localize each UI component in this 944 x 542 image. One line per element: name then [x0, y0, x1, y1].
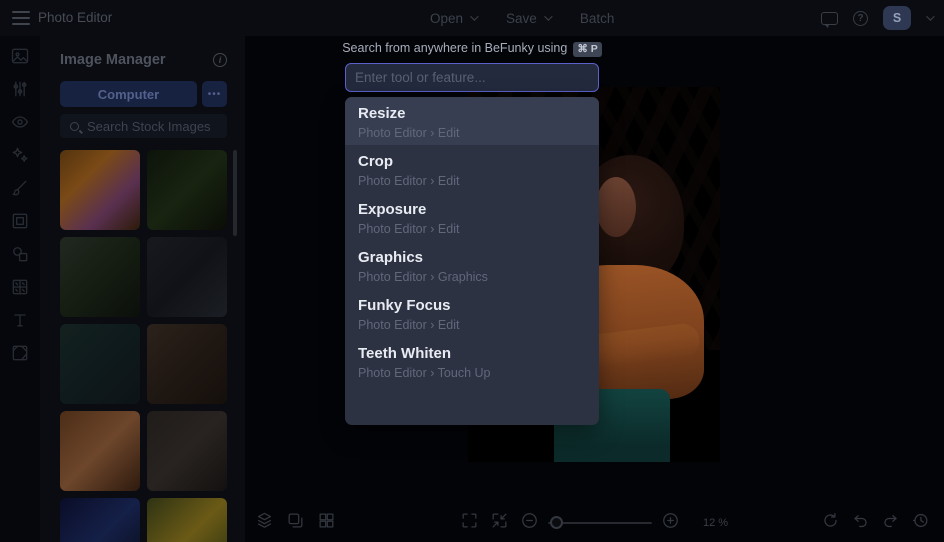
zoom-slider-handle[interactable]	[550, 515, 563, 529]
textures-icon	[10, 343, 30, 368]
fullscreen-icon	[460, 511, 479, 535]
sidebar-item-touch-up[interactable]	[8, 114, 32, 134]
redo-button[interactable]	[879, 512, 902, 535]
shortcut-keycap: ⌘ P	[573, 42, 602, 57]
command-search-input[interactable]	[345, 63, 599, 92]
sidebar-item-text[interactable]	[8, 312, 32, 332]
zoom-slider[interactable]	[548, 512, 652, 535]
grid-icon	[317, 511, 336, 535]
sliders-icon	[10, 79, 30, 104]
search-icon	[70, 121, 79, 131]
result-crop[interactable]: Crop Photo Editor › Edit	[345, 145, 599, 193]
search-results: Resize Photo Editor › Edit Crop Photo Ed…	[345, 97, 599, 425]
more-options-button[interactable]: •••	[202, 81, 227, 107]
thumbnail[interactable]	[60, 324, 140, 404]
image-manager-panel: Image Manager i Computer ••• Search Stoc…	[40, 36, 245, 542]
overlay-icon	[10, 277, 30, 302]
result-exposure[interactable]: Exposure Photo Editor › Edit	[345, 193, 599, 241]
zoom-out-button[interactable]	[518, 512, 541, 535]
search-hint: Search from anywhere in BeFunky using ⌘ P	[285, 41, 659, 57]
result-graphics[interactable]: Graphics Photo Editor › Graphics	[345, 241, 599, 289]
pages-button[interactable]	[284, 512, 307, 535]
zoom-level: 12 %	[703, 517, 729, 529]
fit-to-screen-icon	[490, 511, 509, 535]
thumbnail[interactable]	[147, 324, 227, 404]
undo-icon	[851, 511, 870, 535]
menu-batch[interactable]: Batch	[580, 11, 615, 26]
touch-up-icon	[10, 112, 30, 137]
app-title: Photo Editor	[38, 10, 113, 25]
zoom-in-icon	[661, 511, 680, 535]
sidebar-item-artsy[interactable]	[8, 180, 32, 200]
layers-button[interactable]	[253, 512, 276, 535]
thumbnail-grid	[60, 150, 227, 542]
shapes-icon	[10, 244, 30, 269]
info-icon[interactable]: i	[213, 53, 227, 67]
avatar[interactable]: S	[883, 6, 911, 30]
sidebar-item-frames[interactable]	[8, 213, 32, 233]
redo-icon	[881, 511, 900, 535]
thumbnail[interactable]	[147, 237, 227, 317]
thumbnail[interactable]	[60, 411, 140, 491]
sidebar-item-edit[interactable]	[8, 81, 32, 101]
result-teeth-whiten[interactable]: Teeth Whiten Photo Editor › Touch Up	[345, 337, 599, 385]
result-funky-focus[interactable]: Funky Focus Photo Editor › Edit	[345, 289, 599, 337]
undo-button[interactable]	[849, 512, 872, 535]
chevron-down-icon	[470, 12, 479, 21]
help-icon[interactable]: ?	[853, 10, 868, 26]
result-resize[interactable]: Resize Photo Editor › Edit	[345, 97, 599, 145]
thumbnail[interactable]	[60, 237, 140, 317]
menu-open[interactable]: Open	[430, 11, 479, 26]
frames-icon	[10, 211, 30, 236]
layers-icon	[255, 511, 274, 535]
stock-search-placeholder: Search Stock Images	[87, 118, 211, 134]
sidebar-item-image-manager[interactable]	[8, 48, 32, 68]
thumbnail[interactable]	[147, 150, 227, 230]
sidebar-item-textures[interactable]	[8, 345, 32, 365]
fullscreen-button[interactable]	[458, 512, 481, 535]
top-menus: Open Save Batch	[430, 0, 614, 36]
top-bar: Photo Editor Open Save Batch ? S	[0, 0, 944, 36]
panel-title: Image Manager	[60, 52, 166, 68]
sidebar-item-overlays[interactable]	[8, 279, 32, 299]
sidebar-item-graphics[interactable]	[8, 246, 32, 266]
stock-search-input[interactable]: Search Stock Images	[60, 114, 227, 138]
chevron-down-icon	[543, 12, 553, 21]
sparkles-icon	[10, 145, 30, 170]
pages-icon	[286, 511, 305, 535]
computer-button[interactable]: Computer	[60, 81, 197, 107]
thumbnail[interactable]	[147, 498, 227, 542]
status-bar: 12 %	[245, 504, 944, 542]
hamburger-menu-icon[interactable]	[12, 11, 30, 25]
account-chevron-down-icon[interactable]	[926, 12, 935, 21]
thumbnail[interactable]	[60, 150, 140, 230]
top-bar-right: ? S	[821, 0, 935, 36]
history-button[interactable]	[909, 512, 932, 535]
reset-icon	[821, 511, 840, 535]
menu-save[interactable]: Save	[506, 11, 553, 26]
sidebar-item-effects[interactable]	[8, 147, 32, 167]
reset-button[interactable]	[819, 512, 842, 535]
feedback-chat-icon[interactable]	[821, 11, 838, 28]
thumbnail[interactable]	[147, 411, 227, 491]
fit-to-screen-button[interactable]	[488, 512, 511, 535]
zoom-out-icon	[520, 511, 539, 535]
befunky-photo-editor: Photo Editor Open Save Batch ? S Image M…	[0, 0, 944, 542]
grid-view-button[interactable]	[315, 512, 338, 535]
panel-scrollbar[interactable]	[233, 150, 237, 236]
zoom-in-button[interactable]	[659, 512, 682, 535]
tool-rail	[0, 36, 40, 542]
thumbnail[interactable]	[60, 498, 140, 542]
image-manager-icon	[10, 46, 30, 71]
history-icon	[911, 511, 930, 535]
brush-icon	[10, 178, 30, 203]
text-icon	[10, 310, 30, 335]
